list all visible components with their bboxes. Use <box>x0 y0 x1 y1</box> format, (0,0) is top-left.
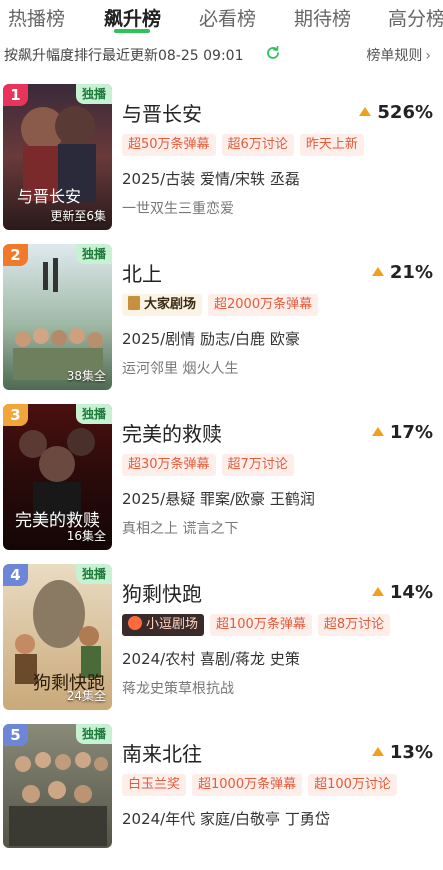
episode-info: 38集全 <box>66 369 106 383</box>
rules-link[interactable]: 榜单规则 › <box>366 45 431 65</box>
show-title[interactable]: 与晋长安 <box>122 98 202 127</box>
refresh-icon[interactable] <box>265 45 281 61</box>
show-meta: 2025/悬疑 罪案/欧豪 王鹤润 <box>122 490 315 508</box>
tag-row: 超50万条弹幕 超6万讨论 昨天上新 <box>122 134 370 158</box>
episode-info: 16集全 <box>66 529 106 543</box>
rise-percent: 17% <box>389 422 433 443</box>
tag: 超50万条弹幕 <box>122 134 216 156</box>
rank-badge: 5 <box>3 724 28 746</box>
tab-high-score[interactable]: 高分榜 <box>388 4 443 31</box>
show-title[interactable]: 狗剩快跑 <box>122 578 202 607</box>
chevron-right-icon: › <box>425 48 431 64</box>
poster-image[interactable]: 2 独播 38集全 <box>3 244 112 390</box>
brand-badge: 大家剧场 <box>122 294 203 316</box>
tag: 白玉兰奖 <box>122 774 187 796</box>
exclusive-badge: 独播 <box>75 724 112 744</box>
rise-value: 13% <box>371 742 433 763</box>
tag: 超2000万条弹幕 <box>208 294 319 316</box>
show-description: 一世双生三重恋爱 <box>122 201 234 217</box>
rise-arrow-icon <box>371 747 384 756</box>
tag: 超100万讨论 <box>308 774 397 796</box>
rise-percent: 21% <box>389 262 433 283</box>
brand-label: 小逗剧场 <box>146 617 199 632</box>
rank-badge: 2 <box>3 244 28 266</box>
rise-arrow-icon <box>371 427 384 436</box>
tag: 超1000万条弹幕 <box>192 774 303 796</box>
exclusive-badge: 独播 <box>75 404 112 424</box>
show-description: 真相之上 谎言之下 <box>122 521 239 537</box>
exclusive-badge: 独播 <box>75 244 112 264</box>
show-meta: 2025/古装 爱情/宋轶 丞磊 <box>122 170 300 188</box>
tag-row: 白玉兰奖 超1000万条弹幕 超100万讨论 <box>122 774 403 798</box>
show-title[interactable]: 南来北往 <box>122 738 202 767</box>
tag: 超8万讨论 <box>317 614 391 636</box>
tag: 昨天上新 <box>299 134 364 156</box>
rise-arrow-icon <box>359 107 372 116</box>
update-info: 按飙升幅度排行最近更新08-25 09:01 <box>4 48 244 64</box>
list-item[interactable]: 完美的救赎 3 独播 16集全 完美的救赎 17% 超30万条弹幕 超7万讨论 2… <box>0 402 443 550</box>
tag: 超6万讨论 <box>221 134 294 156</box>
tag: 超100万条弹幕 <box>210 614 312 636</box>
book-icon <box>128 296 140 310</box>
tab-must-watch[interactable]: 必看榜 <box>199 4 256 31</box>
tab-anticipated[interactable]: 期待榜 <box>294 4 351 31</box>
show-meta: 2024/年代 家庭/白敬亭 丁勇岱 <box>122 810 330 828</box>
episode-info: 更新至6集 <box>50 209 106 223</box>
brand-badge: 小逗剧场 <box>122 614 205 636</box>
rules-label: 榜单规则 <box>366 48 423 64</box>
show-meta: 2025/剧情 励志/白鹿 欧豪 <box>122 330 300 348</box>
rise-value: 21% <box>371 262 433 283</box>
rise-arrow-icon <box>371 267 384 276</box>
rise-arrow-icon <box>371 587 384 596</box>
show-meta: 2024/农村 喜剧/蒋龙 史策 <box>122 650 300 668</box>
list-item[interactable]: 狗剩快跑 4 独播 24集全 狗剩快跑 14% 小逗剧场 超100万条弹幕 超8万讨… <box>0 562 443 710</box>
rank-badge: 3 <box>3 404 28 426</box>
rank-badge: 1 <box>3 84 28 106</box>
rank-tabs: 热播榜 飙升榜 必看榜 期待榜 高分榜 <box>0 0 443 34</box>
tab-rising[interactable]: 飙升榜 <box>104 4 161 31</box>
episode-info: 24集全 <box>66 689 106 703</box>
rank-subheader: 按飙升幅度排行最近更新08-25 09:01 榜单规则 › <box>0 40 443 68</box>
rank-badge: 4 <box>3 564 28 586</box>
show-title[interactable]: 完美的救赎 <box>122 418 222 447</box>
show-title[interactable]: 北上 <box>122 258 162 287</box>
list-item[interactable]: 5 独播 南来北往 13% 白玉兰奖 超1000万条弹幕 超100万讨论 2024/… <box>0 722 443 870</box>
brand-label: 大家剧场 <box>144 297 197 312</box>
rise-value: 17% <box>371 422 433 443</box>
tag-row: 小逗剧场 超100万条弹幕 超8万讨论 <box>122 614 396 638</box>
rise-percent: 13% <box>389 742 433 763</box>
exclusive-badge: 独播 <box>75 564 112 584</box>
rise-percent: 526% <box>377 102 433 123</box>
exclusive-badge: 独播 <box>75 84 112 104</box>
poster-image[interactable]: 完美的救赎 3 独播 16集全 <box>3 404 112 550</box>
tag: 超7万讨论 <box>221 454 294 476</box>
poster-image[interactable]: 5 独播 <box>3 724 112 848</box>
svg-text:与晋长安: 与晋长安 <box>17 187 81 206</box>
tag: 超30万条弹幕 <box>122 454 216 476</box>
tag-row: 超30万条弹幕 超7万讨论 <box>122 454 300 478</box>
show-description: 运河邻里 烟火人生 <box>122 361 239 377</box>
tag-row: 大家剧场 超2000万条弹幕 <box>122 294 324 318</box>
show-description: 蒋龙史策草根抗战 <box>122 681 234 697</box>
active-tab-indicator <box>114 29 150 33</box>
tab-hot[interactable]: 热播榜 <box>8 4 65 31</box>
xiaodou-logo-icon <box>128 616 142 630</box>
rise-value: 526% <box>359 102 433 123</box>
poster-image[interactable]: 与晋长安 1 独播 更新至6集 <box>3 84 112 230</box>
poster-image[interactable]: 狗剩快跑 4 独播 24集全 <box>3 564 112 710</box>
list-item[interactable]: 2 独播 38集全 北上 21% 大家剧场 超2000万条弹幕 2025/剧情 励… <box>0 242 443 390</box>
rise-value: 14% <box>371 582 433 603</box>
rise-percent: 14% <box>389 582 433 603</box>
list-item[interactable]: 与晋长安 1 独播 更新至6集 与晋长安 526% 超50万条弹幕 超6万讨论 昨天… <box>0 82 443 230</box>
